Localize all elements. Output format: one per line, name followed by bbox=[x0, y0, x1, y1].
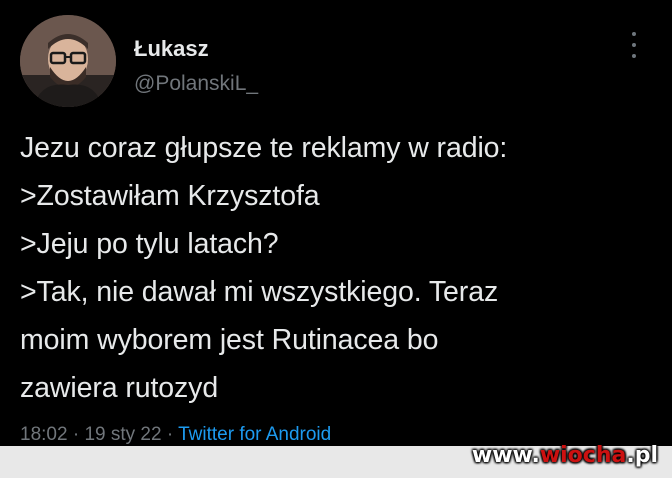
watermark-brand: wiocha bbox=[539, 443, 627, 468]
tweet-line: >Tak, nie dawał mi wszystkiego. Teraz bbox=[20, 276, 499, 308]
meta-separator: · bbox=[161, 424, 179, 445]
watermark-suffix: .pl bbox=[626, 443, 658, 468]
tweet-line: moim wyborem jest Rutinacea bo bbox=[20, 324, 439, 356]
avatar-photo bbox=[20, 15, 116, 107]
tweet-source-link[interactable]: Twitter for Android bbox=[178, 424, 331, 445]
avatar[interactable] bbox=[20, 15, 116, 107]
tweet-time[interactable]: 18:02 bbox=[20, 424, 68, 445]
tweet-line: >Jeju po tylu latach? bbox=[20, 228, 279, 260]
tweet-line: zawiera rutozyd bbox=[20, 372, 219, 404]
tweet-meta: 18:02 · 19 sty 22 · Twitter for Android bbox=[20, 424, 331, 446]
tweet-date[interactable]: 19 sty 22 bbox=[84, 424, 161, 445]
tweet-line: >Zostawiłam Krzysztofa bbox=[20, 180, 320, 212]
tweet-text: Jezu coraz głupsze te reklamy w radio: >… bbox=[20, 124, 660, 412]
tweet-line: Jezu coraz głupsze te reklamy w radio: bbox=[20, 132, 508, 164]
more-dot bbox=[632, 43, 636, 47]
tweet-card: Łukasz @PolanskiL_ Jezu coraz głupsze te… bbox=[0, 0, 672, 478]
meta-separator: · bbox=[67, 424, 85, 445]
author-display-name[interactable]: Łukasz bbox=[134, 36, 209, 62]
watermark-prefix: www. bbox=[471, 443, 540, 468]
more-dot bbox=[632, 32, 636, 36]
watermark: www.wiocha.pl bbox=[472, 443, 658, 468]
more-vertical-icon[interactable] bbox=[628, 32, 640, 58]
author-handle[interactable]: @PolanskiL_ bbox=[134, 72, 258, 96]
more-dot bbox=[632, 54, 636, 58]
